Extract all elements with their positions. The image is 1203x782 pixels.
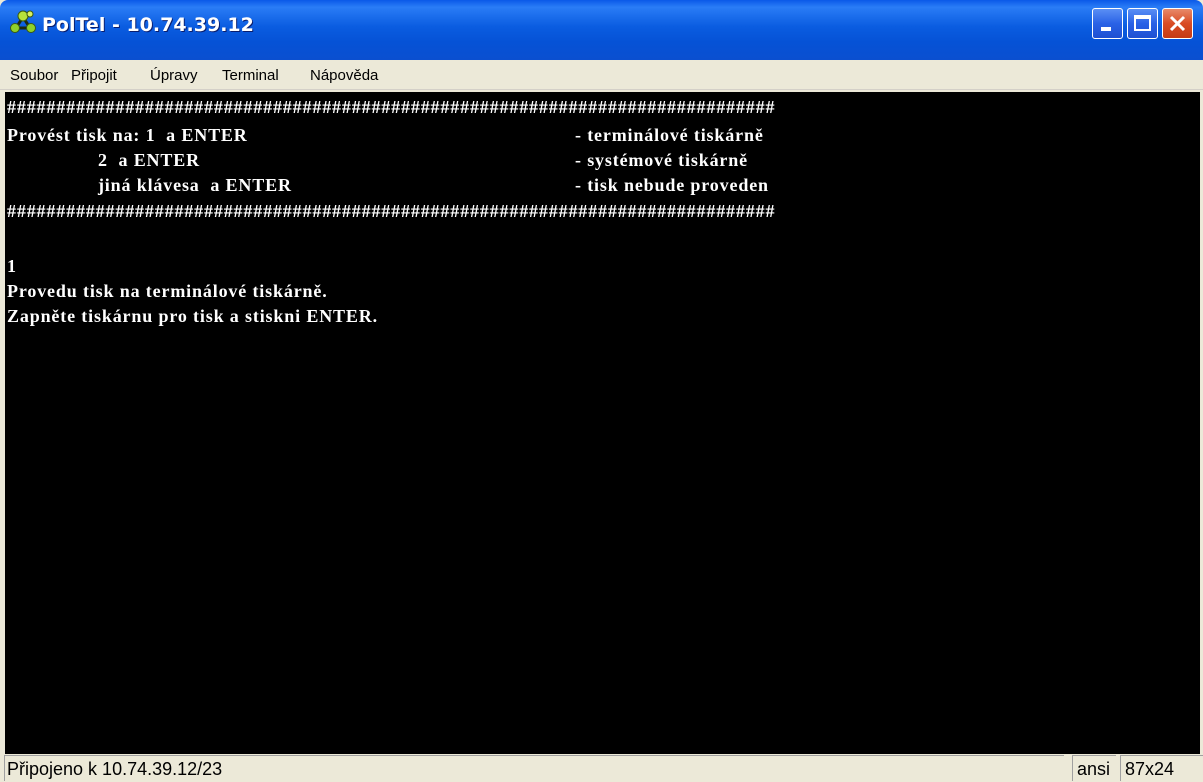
terminal-output-line: Provedu tisk na terminálové tiskárně. — [7, 281, 328, 301]
maximize-icon — [1134, 15, 1151, 31]
maximize-button[interactable] — [1127, 8, 1158, 39]
status-bar: Připojeno k 10.74.39.12/23 ansi 87x24 — [0, 754, 1203, 782]
menu-terminal[interactable]: Terminal — [222, 66, 279, 86]
menu-soubor[interactable]: Soubor — [10, 66, 58, 86]
terminal-size-status: 87x24 — [1120, 755, 1203, 781]
minimize-icon — [1101, 27, 1111, 31]
menu-upravy[interactable]: Úpravy — [150, 66, 198, 86]
menu-napoveda[interactable]: Nápověda — [310, 66, 378, 86]
terminal-menu-line: jiná klávesa a ENTER - tisk nebude prove… — [7, 173, 1187, 197]
terminal-option-desc: - tisk nebude proveden — [575, 175, 769, 195]
minimize-button[interactable] — [1092, 8, 1123, 39]
terminal-option-key: jiná klávesa a ENTER — [7, 175, 292, 195]
window-title: PolTel - 10.74.39.12 — [42, 14, 254, 36]
close-icon — [1169, 15, 1186, 32]
terminal-output-line: Zapněte tiskárnu pro tisk a stiskni ENTE… — [7, 306, 378, 326]
menu-bar: Soubor Připojit Úpravy Terminal Nápověda — [0, 60, 1203, 90]
menu-pripojit[interactable]: Připojit — [71, 66, 117, 86]
terminal-separator-top: ########################################… — [7, 97, 776, 117]
terminal-menu-line: 2 a ENTER - systémové tiskárně — [7, 148, 1187, 172]
terminal-menu-line: Provést tisk na: 1 a ENTER - terminálové… — [7, 123, 1187, 147]
close-button[interactable] — [1162, 8, 1193, 39]
connection-status: Připojeno k 10.74.39.12/23 — [4, 755, 1064, 781]
terminal-separator-bottom: ########################################… — [7, 201, 776, 221]
title-bar[interactable]: PolTel - 10.74.39.12 — [0, 0, 1203, 60]
terminal-option-key: 2 a ENTER — [7, 150, 200, 170]
terminal-input-echo: 1 — [7, 256, 17, 276]
terminal-option-key: Provést tisk na: 1 a ENTER — [7, 125, 248, 145]
terminal-option-desc: - systémové tiskárně — [575, 150, 748, 170]
terminal-window: PolTel - 10.74.39.12 Soubor Připojit Úpr… — [0, 0, 1203, 782]
terminal-option-desc: - terminálové tiskárně — [575, 125, 764, 145]
terminal-screen[interactable]: ########################################… — [5, 92, 1200, 754]
poltel-app-icon[interactable] — [10, 8, 36, 34]
encoding-status: ansi — [1072, 755, 1116, 781]
